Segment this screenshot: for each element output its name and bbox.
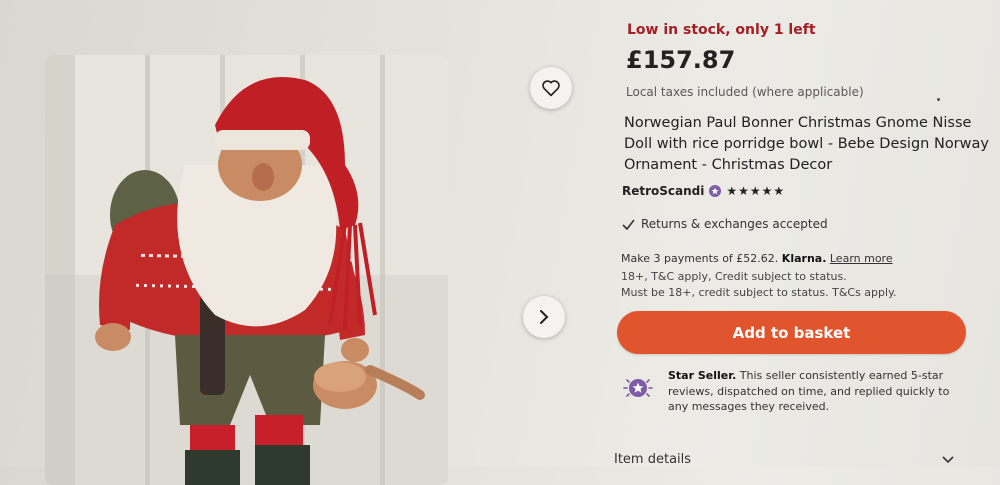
klarna-logo: Klarna. bbox=[781, 252, 827, 265]
klarna-offer: Make 3 payments of £52.62. Klarna. Learn… bbox=[621, 251, 893, 267]
add-to-basket-button[interactable]: Add to basket bbox=[617, 311, 966, 354]
returns-info: Returns & exchanges accepted bbox=[622, 217, 828, 231]
rating-stars[interactable]: ★★★★★ bbox=[726, 184, 785, 198]
product-image[interactable] bbox=[45, 55, 448, 485]
taxes-note: Local taxes included (where applicable) bbox=[626, 85, 864, 99]
shop-name-link[interactable]: RetroScandi bbox=[622, 184, 704, 198]
stock-notice: Low in stock, only 1 left bbox=[627, 22, 816, 38]
shop-info: RetroScandi ★★★★★ bbox=[622, 184, 785, 198]
klarna-terms: 18+, T&C apply, Credit subject to status… bbox=[621, 269, 897, 300]
star-seller-info: Star Seller. This seller consistently ea… bbox=[668, 368, 968, 415]
item-details-toggle[interactable]: Item details bbox=[614, 452, 954, 467]
returns-text: Returns & exchanges accepted bbox=[641, 217, 828, 231]
klarna-terms-line-2: Must be 18+, credit subject to status. T… bbox=[621, 285, 897, 299]
decorative-dot bbox=[937, 98, 940, 101]
klarna-payments-text: Make 3 payments of £52.62. bbox=[621, 252, 779, 265]
listing-title: Norwegian Paul Bonner Christmas Gnome Ni… bbox=[624, 115, 989, 173]
chevron-down-icon bbox=[942, 455, 954, 463]
chevron-right-icon bbox=[540, 310, 549, 324]
learn-more-link[interactable]: Learn more bbox=[830, 252, 893, 265]
star-seller-badge-icon bbox=[709, 185, 722, 197]
item-details-label: Item details bbox=[614, 452, 692, 467]
star-seller-label: Star Seller. bbox=[668, 369, 737, 382]
checkmark-icon bbox=[622, 219, 635, 230]
heart-icon bbox=[542, 80, 560, 97]
favorite-button[interactable] bbox=[530, 67, 572, 109]
star-seller-icon bbox=[620, 374, 656, 406]
next-image-button[interactable] bbox=[523, 296, 565, 338]
klarna-terms-line-1: 18+, T&C apply, Credit subject to status… bbox=[621, 270, 847, 283]
price: £157.87 bbox=[626, 46, 736, 74]
